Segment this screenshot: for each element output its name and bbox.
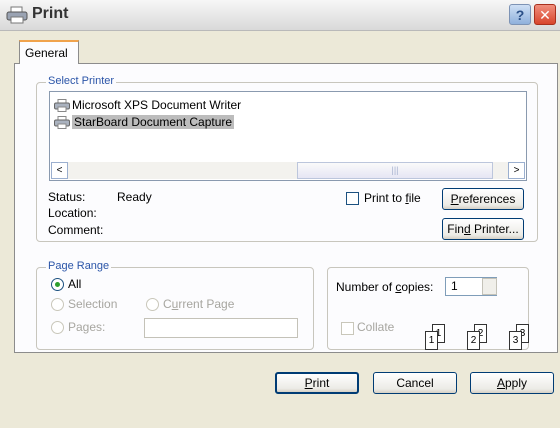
cancel-button[interactable]: Cancel xyxy=(373,372,457,394)
collate-checkbox[interactable] xyxy=(341,322,354,335)
current-page-radio[interactable] xyxy=(146,298,159,311)
page-range-legend: Page Range xyxy=(46,260,112,272)
select-printer-legend: Select Printer xyxy=(46,75,117,87)
title-bar: Print ? ✕ xyxy=(0,0,560,31)
printer-icon xyxy=(6,6,28,24)
location-label: Location: xyxy=(48,206,97,220)
all-radio[interactable] xyxy=(51,278,64,291)
find-printer-button[interactable]: Find Printer... xyxy=(442,218,524,240)
scrollbar-thumb[interactable]: ||| xyxy=(297,162,493,179)
copies-label: Number of copies: xyxy=(336,280,434,294)
printer-icon xyxy=(54,99,70,112)
help-button[interactable]: ? xyxy=(509,4,531,25)
selection-label[interactable]: Selection xyxy=(68,297,117,311)
collate-page-3-front: 3 xyxy=(509,331,522,350)
collate-page-1-front: 1 xyxy=(425,331,438,350)
print-button[interactable]: Print xyxy=(275,372,359,394)
print-to-file-checkbox[interactable] xyxy=(346,192,359,205)
copies-spinner[interactable] xyxy=(482,278,497,295)
current-page-label[interactable]: Current Page xyxy=(163,297,234,311)
printer-item-xps[interactable]: Microsoft XPS Document Writer xyxy=(54,98,241,113)
status-value: Ready xyxy=(117,190,152,204)
apply-button[interactable]: Apply xyxy=(470,372,554,394)
printer-icon xyxy=(54,116,70,129)
comment-label: Comment: xyxy=(48,223,104,237)
pages-radio[interactable] xyxy=(51,321,64,334)
print-to-file-label[interactable]: Print to file xyxy=(364,191,421,205)
collate-label[interactable]: Collate xyxy=(357,320,394,334)
radio-selected-dot xyxy=(55,282,60,287)
preferences-button[interactable]: Preferences xyxy=(442,188,524,210)
pages-label[interactable]: Pages: xyxy=(68,320,105,334)
window-title: Print xyxy=(32,5,69,22)
collate-page-2-front: 2 xyxy=(467,331,480,350)
scroll-left-button[interactable]: < xyxy=(51,162,68,179)
printer-list[interactable]: Microsoft XPS Document Writer StarBoard … xyxy=(49,91,527,181)
tab-general[interactable]: General xyxy=(19,40,79,64)
selection-radio[interactable] xyxy=(51,298,64,311)
status-label: Status: xyxy=(48,190,86,204)
close-button[interactable]: ✕ xyxy=(534,4,556,25)
printer-name: Microsoft XPS Document Writer xyxy=(72,98,242,112)
printer-item-starboard[interactable]: StarBoard Document Capture xyxy=(54,115,235,130)
all-label[interactable]: All xyxy=(68,277,81,291)
printer-name: StarBoard Document Capture xyxy=(72,115,235,129)
scroll-right-button[interactable]: > xyxy=(508,162,525,179)
horizontal-scrollbar[interactable]: < ||| > xyxy=(51,162,525,179)
pages-input[interactable] xyxy=(144,318,298,338)
